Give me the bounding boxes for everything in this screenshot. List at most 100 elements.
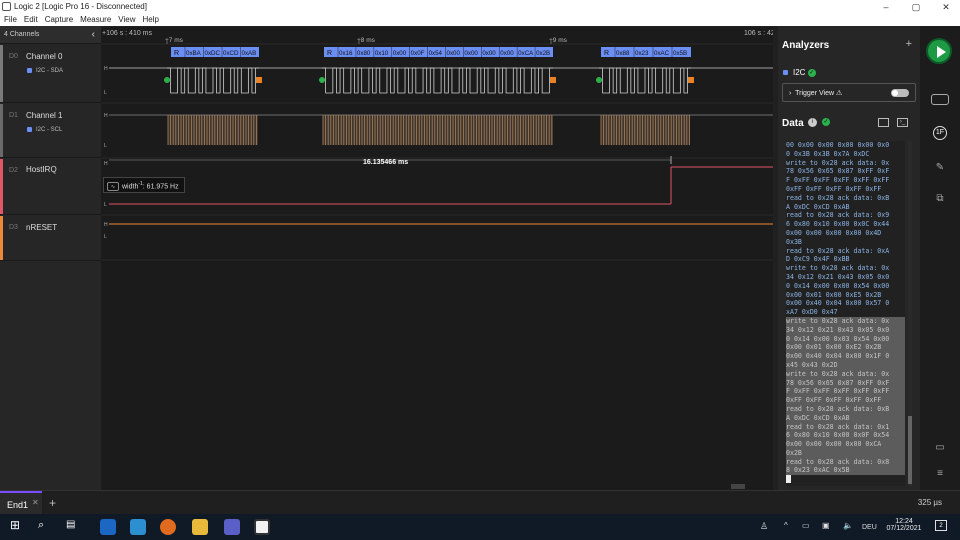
extensions-icon[interactable]: ⧉ [931, 193, 949, 207]
add-tab-icon[interactable]: + [49, 496, 56, 510]
plus-icon[interactable]: + [906, 38, 912, 50]
app-icon[interactable] [130, 519, 146, 535]
data-line: 34 0x12 0x21 0x43 0x05 0x0 [786, 272, 890, 281]
analyzer-item-i2c[interactable]: I2C ✓ [783, 68, 816, 77]
level-high-label: H [104, 161, 108, 167]
data-line-selected: 0x00 0x01 0x00 0xE2 0x2B [786, 343, 905, 353]
collapse-chevron-icon[interactable]: ‹ [92, 29, 95, 40]
menu-capture[interactable]: Capture [45, 14, 73, 26]
data-title: Data [782, 118, 804, 129]
volume-icon[interactable]: 🔈 [843, 521, 853, 530]
data-line: F 0xFF 0xFF 0xFF 0xFF 0xFF [786, 176, 890, 185]
terminal-view-icon[interactable]: ›_ [897, 118, 908, 127]
terminal-cursor [786, 475, 905, 484]
minimize-icon[interactable]: – [880, 2, 892, 12]
channel-name[interactable]: Channel 0 [26, 52, 62, 61]
close-tab-icon[interactable]: ✕ [32, 498, 39, 507]
data-line-selected: 0x00 0x40 0x04 0x00 0x1F 0 [786, 352, 905, 361]
level-high-label: H [104, 222, 108, 228]
channel-name[interactable]: HostIRQ [26, 165, 57, 174]
start-capture-button[interactable] [926, 38, 952, 64]
ruler-end-label: 106 s : 42 [744, 30, 775, 37]
channel-id: D2 [9, 167, 18, 174]
width-measurement[interactable]: 16.135466 ms [363, 159, 408, 166]
logic-app-icon[interactable] [254, 519, 270, 535]
menu-measure[interactable]: Measure [80, 14, 111, 26]
data-line-selected: 0x00 0x00 0x00 0x00 0xCA [786, 440, 905, 449]
analyzer-color-icon [27, 127, 32, 132]
file-explorer-icon[interactable] [192, 519, 208, 535]
search-icon[interactable]: ⌕ [38, 519, 54, 535]
data-line: 0x00 0x00 0x00 0x00 0x4D [786, 228, 882, 237]
channel-row-3[interactable]: D3 nRESET [0, 216, 101, 261]
menu-edit[interactable]: Edit [24, 14, 38, 26]
notification-center-icon[interactable]: 2 [935, 520, 947, 531]
maximize-icon[interactable]: ▢ [910, 2, 922, 13]
close-icon[interactable]: ✕ [940, 2, 952, 13]
channel-row-0[interactable]: D0 Channel 0 I2C - SDA [0, 45, 101, 103]
data-line: A 0xDC 0xCD 0xAB [786, 202, 850, 211]
tray-chevron-icon[interactable]: ^ [784, 521, 788, 530]
ruler-tick-label: +8 ms [357, 37, 376, 44]
data-line: 0xFF 0xFF 0xFF 0xFF 0xFF [786, 184, 882, 193]
network-icon[interactable]: ▣ [822, 521, 830, 530]
data-line-selected: read to 0x28 ack data: 0x1 [786, 422, 905, 432]
menu-help[interactable]: Help [142, 14, 158, 26]
data-line-selected: write to 0x28 ack data: 0x [786, 369, 905, 379]
channel-row-1[interactable]: D1 Channel 1 I2C - SCL [0, 104, 101, 158]
i2c-protocol-bubbles[interactable]: R 0xBA 0xDC 0xCD 0xAB R 0x16 0x80 0x10 0x00 0x0F 0x… [171, 47, 691, 57]
channel-id: D1 [9, 112, 18, 119]
task-view-icon[interactable]: ▤ [66, 519, 82, 535]
analyzer-icon[interactable]: 1F [933, 126, 947, 140]
menu-file[interactable]: File [4, 14, 17, 26]
data-line: 6 0x80 0x10 0x00 0x0C 0x44 [786, 220, 890, 229]
start-marker [319, 77, 325, 83]
protocol-byte: 0x54 [429, 50, 443, 57]
check-icon: ✓ [822, 118, 830, 126]
battery-icon[interactable]: ▭ [802, 521, 810, 530]
waveform-view[interactable]: +106 s : 410 ms 106 s : 42 +7 ms +8 ms +… [101, 26, 776, 490]
analyzers-title: Analyzers [782, 40, 830, 51]
scl-waveform [109, 114, 776, 145]
data-line: 00 0x00 0x00 0x00 0x00 0x0 [786, 141, 890, 149]
tooltip-value: : 61.975 Hz [142, 183, 179, 191]
channel-color-bar [0, 45, 3, 102]
windows-start-icon[interactable]: ⊞ [10, 518, 26, 534]
people-icon[interactable]: ♙ [760, 521, 768, 532]
channel-name[interactable]: nRESET [26, 223, 57, 232]
firefox-icon[interactable] [160, 519, 176, 535]
stop-marker [688, 77, 694, 83]
menu-view[interactable]: View [118, 14, 135, 26]
measure-icon[interactable]: ✎ [931, 162, 949, 176]
channel-count: 4 Channels [4, 31, 40, 38]
warning-icon: ⚠ [835, 90, 843, 97]
device-icon[interactable] [931, 94, 949, 105]
data-line: 0x3B [786, 237, 802, 246]
trigger-view-row[interactable]: › Trigger View ⚠ [782, 83, 916, 102]
channel-panel: 4 Channels ‹ D0 Channel 0 I2C - SDA D1 C… [0, 26, 101, 490]
language-indicator[interactable]: DEU [862, 524, 877, 531]
info-icon[interactable]: i [808, 118, 817, 127]
check-icon: ✓ [807, 68, 816, 77]
teams-icon[interactable] [224, 519, 240, 535]
time-ruler[interactable]: +106 s : 410 ms 106 s : 42 +7 ms +8 ms +… [102, 30, 775, 44]
data-line: 0 0x3B 0x3B 0x7A 0xDC [786, 149, 870, 158]
channel-row-2[interactable]: D2 HostIRQ [0, 159, 101, 215]
channel-name[interactable]: Channel 1 [26, 111, 62, 120]
comment-icon[interactable]: ▭ [931, 442, 949, 456]
protocol-byte: 0x10 [375, 50, 389, 57]
data-line-selected: A 0xDC 0xCD 0xAB [786, 413, 905, 423]
hamburger-menu-icon[interactable]: ≡ [931, 468, 949, 482]
outlook-icon[interactable] [100, 519, 116, 535]
app-logo-icon [2, 2, 11, 11]
trigger-view-toggle[interactable] [891, 89, 909, 97]
data-terminal[interactable]: 00 0x00 0x00 0x00 0x00 0x0 0 0x3B 0x3B 0x… [786, 141, 905, 486]
protocol-byte: 0xDC [205, 50, 221, 57]
channel-analyzer-label: I2C - SCL [27, 127, 62, 133]
table-view-icon[interactable] [878, 118, 889, 127]
data-scrollbar[interactable] [908, 141, 912, 486]
waveform-canvas[interactable]: +106 s : 410 ms 106 s : 42 +7 ms +8 ms +… [101, 26, 776, 490]
horizontal-scroll-thumb[interactable] [731, 484, 745, 489]
clock[interactable]: 12:24 07/12/2021 [884, 518, 924, 532]
scl-burst-fill [168, 115, 258, 145]
